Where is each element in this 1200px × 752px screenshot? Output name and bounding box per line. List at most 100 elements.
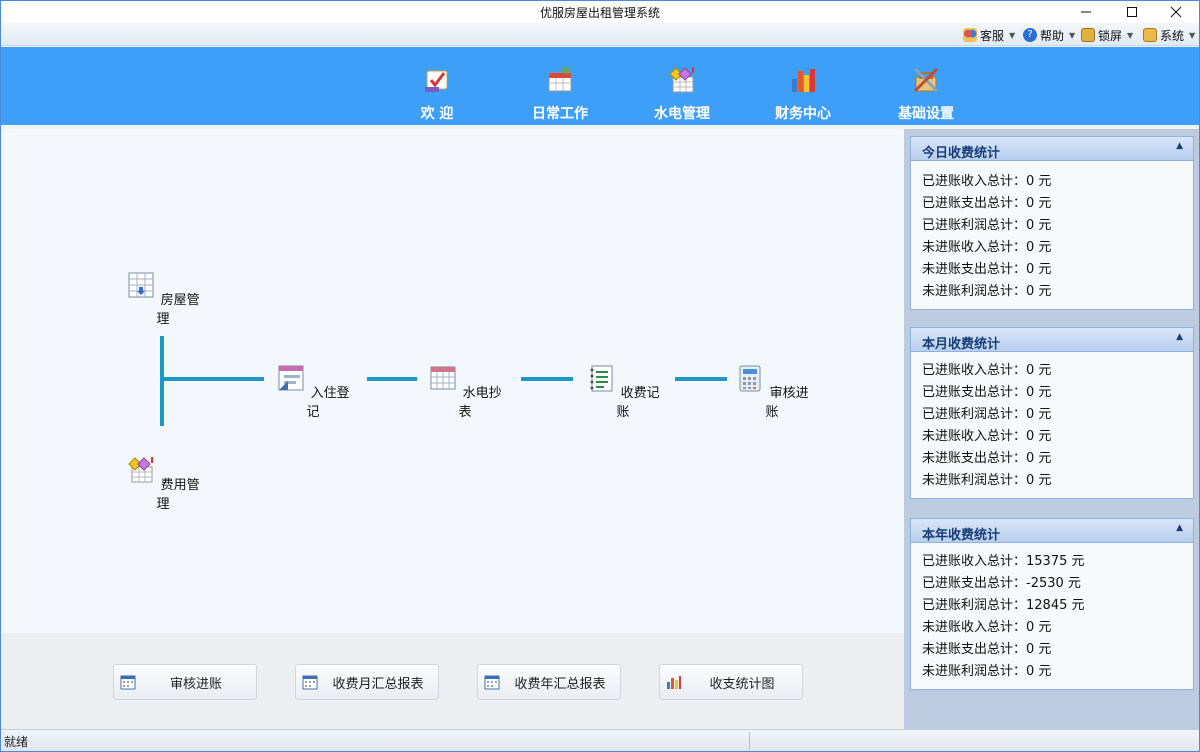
meter-icon [128, 457, 154, 483]
today-stats-panel: 今日收费统计 ▲ 已进账收入总计：0 元 已进账支出总计：0 元 已进账利润总计：… [910, 136, 1194, 310]
nav-label: 基础设置 [898, 106, 954, 122]
flow-connector [160, 336, 164, 426]
nav-label: 水电管理 [654, 106, 710, 122]
close-icon [1170, 6, 1182, 18]
flow-label: 审核进账 [765, 386, 809, 420]
calendar-icon [484, 675, 500, 690]
stat-row: 已进账收入总计：15375 元 [922, 554, 1085, 569]
maximize-button[interactable] [1109, 1, 1155, 23]
nav-finance[interactable]: 财务中心 [753, 65, 853, 122]
nav-welcome[interactable]: 欢 迎 [387, 65, 487, 122]
stat-row: 已进账利润总计：12845 元 [922, 598, 1085, 613]
menu-help[interactable]: ? 帮助 ▼ [1023, 26, 1075, 44]
bar-chart-icon [667, 676, 681, 689]
main-nav: 欢 迎 日常工作 水电管理 财务中心 基础设置 [1, 47, 1199, 125]
flow-label: 水电抄表 [458, 386, 502, 420]
flow-meter-reading[interactable]: 水电抄表 [425, 363, 505, 420]
spreadsheet-icon [430, 366, 456, 390]
collapse-icon[interactable]: ▲ [1176, 332, 1183, 342]
title-bar: 优服房屋出租管理系统 [1, 1, 1199, 23]
income-expense-chart-button[interactable]: 收支统计图 [659, 664, 803, 700]
collapse-icon[interactable]: ▲ [1176, 523, 1183, 533]
menu-label: 客服 [980, 28, 1005, 43]
stat-row: 已进账收入总计：0 元 [922, 363, 1052, 378]
workflow-area: 房屋管理 费用管理 入住登记 水电抄表 收费记账 审核进账 [1, 129, 904, 633]
panel-header[interactable]: 今日收费统计 ▲ [911, 137, 1193, 161]
users-icon [963, 28, 977, 42]
flow-audit-posting[interactable]: 审核进账 [732, 363, 812, 420]
menu-system[interactable]: 系统 ▼ [1143, 26, 1195, 44]
flow-checkin-register[interactable]: 入住登记 [273, 363, 353, 420]
calendar-icon [548, 67, 572, 92]
maximize-icon [1127, 7, 1137, 17]
flow-charge-accounting[interactable]: 收费记账 [583, 363, 663, 420]
help-icon: ? [1023, 28, 1037, 42]
chevron-down-icon: ▼ [1009, 30, 1016, 40]
flow-label: 入住登记 [306, 386, 350, 420]
nav-label: 财务中心 [775, 106, 831, 122]
collapse-icon[interactable]: ▲ [1176, 141, 1183, 151]
stat-row: 未进账利润总计：0 元 [922, 284, 1052, 299]
stat-row: 未进账支出总计：0 元 [922, 642, 1052, 657]
panel-title: 本月收费统计 [922, 337, 1001, 352]
flow-fee-management[interactable]: 费用管理 [123, 455, 203, 512]
nav-label: 欢 迎 [420, 106, 454, 122]
stat-row: 已进账支出总计：0 元 [922, 385, 1052, 400]
nav-daily-work[interactable]: 日常工作 [510, 65, 610, 122]
report-button-bar: 审核进账 收费月汇总报表 收费年汇总报表 收支统计图 [1, 633, 904, 729]
chevron-down-icon: ▼ [1127, 30, 1134, 40]
statistics-sidebar: 今日收费统计 ▲ 已进账收入总计：0 元 已进账支出总计：0 元 已进账利润总计：… [904, 129, 1199, 729]
status-text: 就绪 [4, 735, 29, 749]
minimize-button[interactable] [1063, 1, 1109, 23]
calendar-icon [120, 675, 136, 690]
ledger-icon [590, 365, 613, 392]
menu-customer-service[interactable]: 客服 ▼ [963, 26, 1015, 44]
calculator-icon [739, 365, 761, 392]
calendar-icon [302, 675, 318, 690]
button-label: 审核进账 [169, 676, 222, 692]
flow-connector [521, 377, 573, 381]
grid-table-icon [128, 272, 154, 298]
chevron-down-icon: ▼ [1189, 30, 1196, 40]
year-stats-panel: 本年收费统计 ▲ 已进账收入总计：15375 元 已进账支出总计：-2530 元 … [910, 518, 1194, 690]
panel-header[interactable]: 本年收费统计 ▲ [911, 519, 1193, 543]
flow-connector [367, 377, 417, 381]
stat-row: 已进账利润总计：0 元 [922, 407, 1052, 422]
panel-title: 今日收费统计 [922, 146, 1001, 161]
month-stats-panel: 本月收费统计 ▲ 已进账收入总计：0 元 已进账支出总计：0 元 已进账利润总计：… [910, 327, 1194, 499]
monthly-report-button[interactable]: 收费月汇总报表 [295, 664, 439, 700]
meter-icon [669, 67, 694, 93]
nav-utilities[interactable]: 水电管理 [632, 65, 732, 122]
nav-label: 日常工作 [532, 106, 588, 122]
flow-label: 房屋管理 [156, 293, 200, 327]
bar-chart-icon [792, 69, 815, 92]
tools-icon [913, 67, 939, 93]
chevron-down-icon: ▼ [1069, 30, 1076, 40]
stat-row: 未进账支出总计：0 元 [922, 451, 1052, 466]
yearly-report-button[interactable]: 收费年汇总报表 [477, 664, 621, 700]
lock-screen-icon [1081, 28, 1095, 42]
minimize-icon [1081, 11, 1091, 13]
menu-label: 锁屏 [1098, 28, 1123, 43]
audit-posting-button[interactable]: 审核进账 [113, 664, 257, 700]
stat-row: 未进账利润总计：0 元 [922, 473, 1052, 488]
flow-house-management[interactable]: 房屋管理 [123, 270, 203, 327]
close-button[interactable] [1153, 1, 1199, 23]
register-form-icon [278, 365, 304, 391]
stat-row: 未进账利润总计：0 元 [922, 664, 1052, 679]
menu-strip: 客服 ▼ ? 帮助 ▼ 锁屏 ▼ 系统 ▼ [1, 23, 1199, 46]
flow-connector [160, 377, 264, 381]
stat-row: 已进账利润总计：0 元 [922, 218, 1052, 233]
button-label: 收支统计图 [709, 676, 775, 692]
status-divider [749, 732, 750, 750]
stat-row: 已进账支出总计：-2530 元 [922, 576, 1081, 591]
panel-title: 本年收费统计 [922, 528, 1001, 543]
stat-row: 未进账收入总计：0 元 [922, 240, 1052, 255]
panel-header[interactable]: 本月收费统计 ▲ [911, 328, 1193, 352]
lock-icon [1143, 28, 1157, 42]
stat-row: 已进账支出总计：0 元 [922, 196, 1052, 211]
menu-lock-screen[interactable]: 锁屏 ▼ [1081, 26, 1133, 44]
nav-basic-settings[interactable]: 基础设置 [876, 65, 976, 122]
stat-row: 未进账支出总计：0 元 [922, 262, 1052, 277]
button-label: 收费月汇总报表 [332, 676, 424, 692]
